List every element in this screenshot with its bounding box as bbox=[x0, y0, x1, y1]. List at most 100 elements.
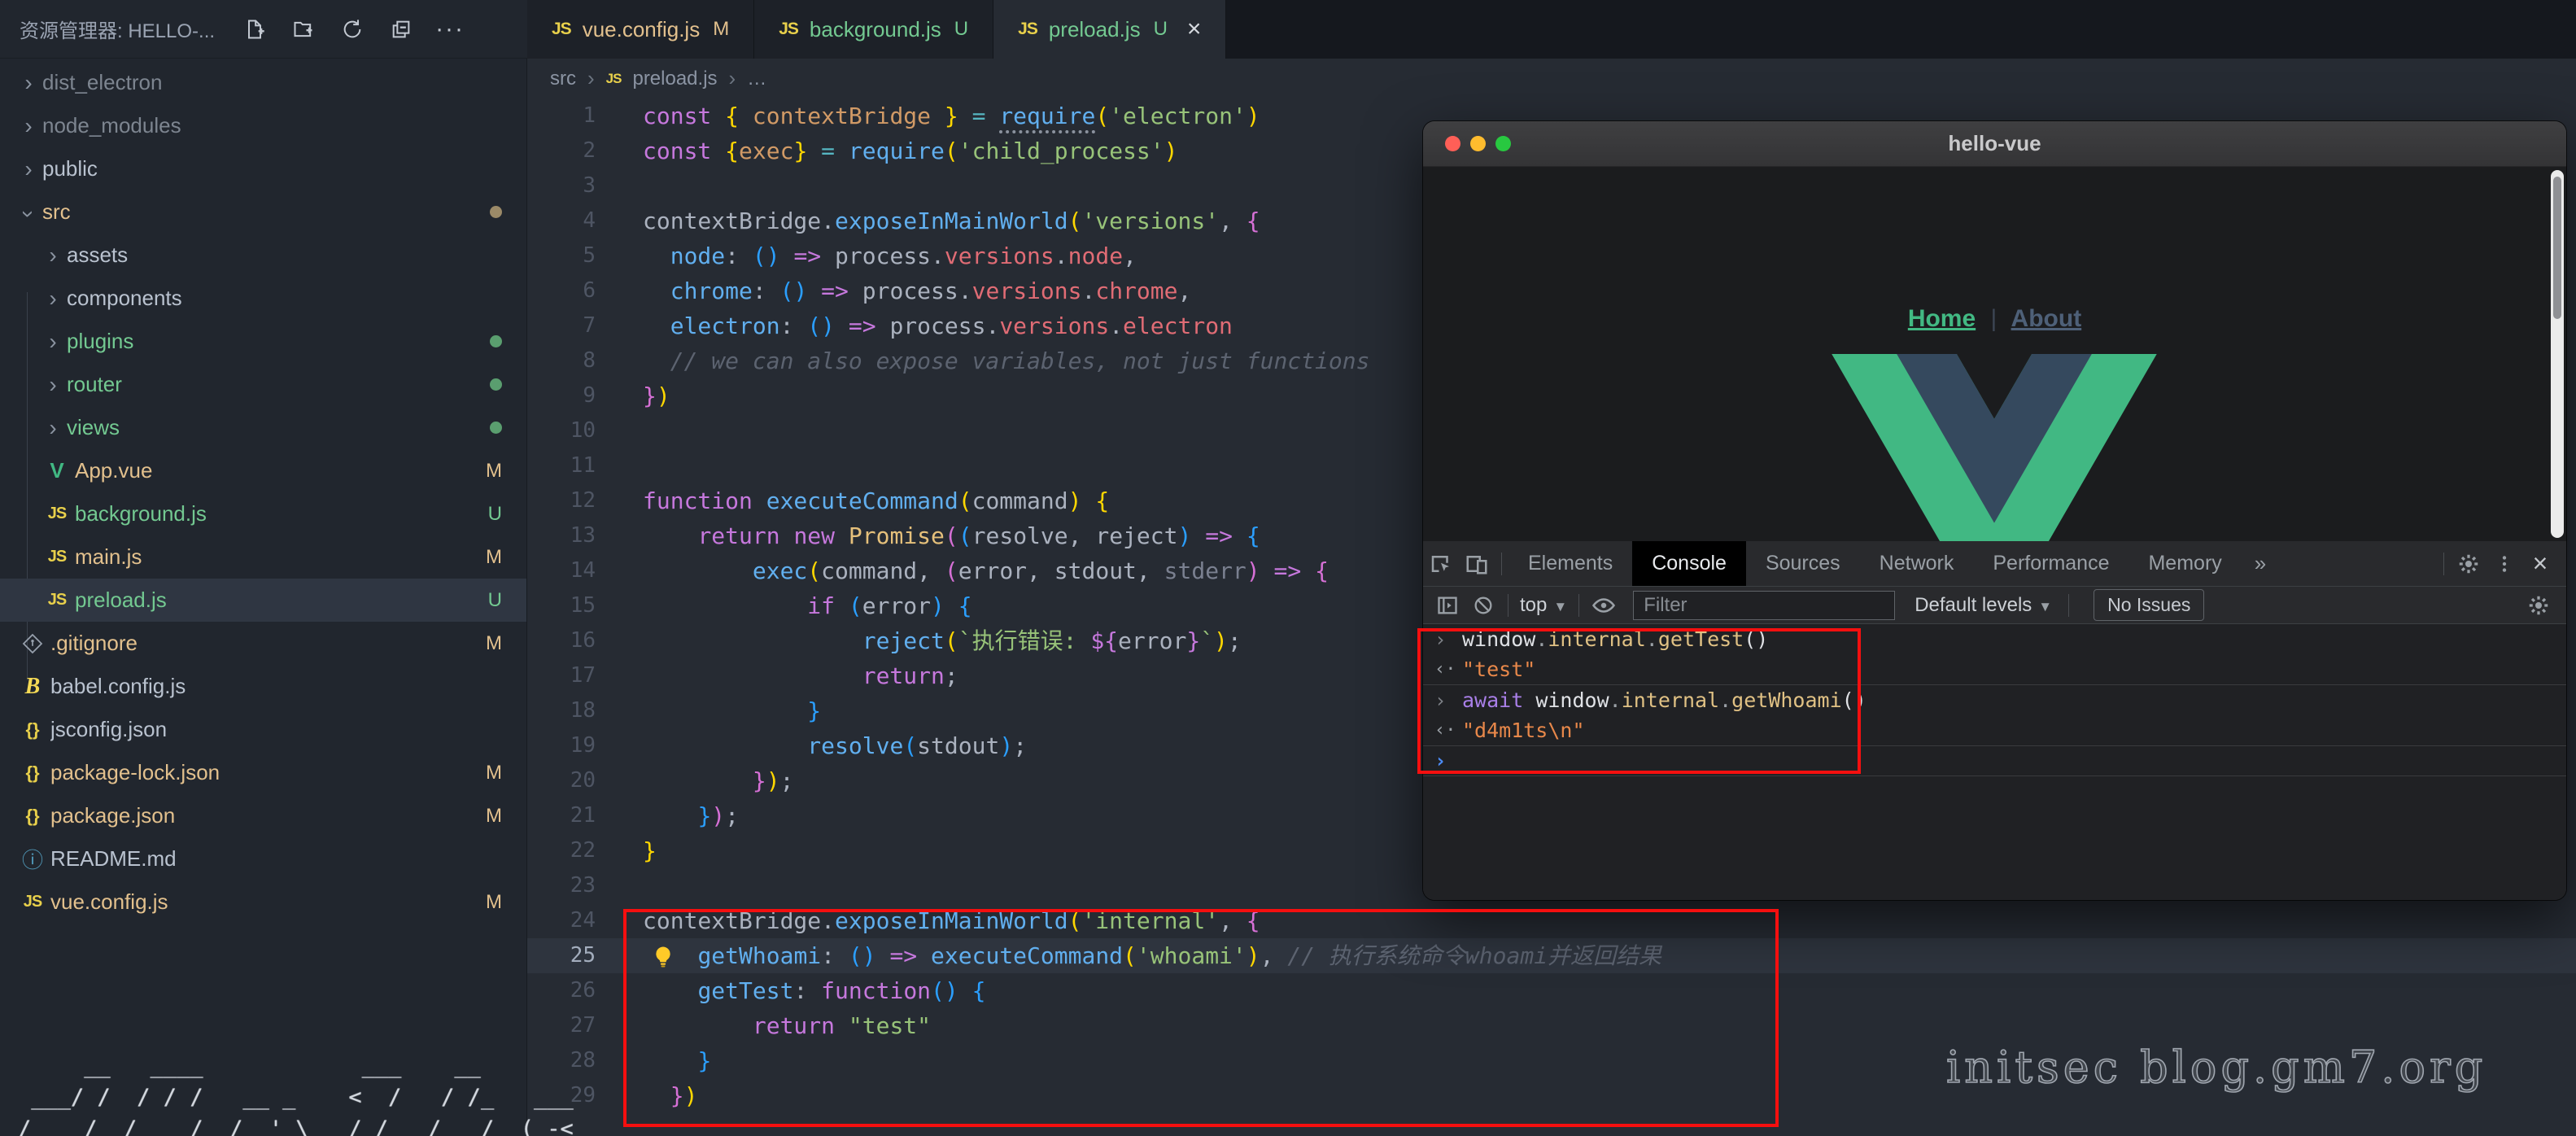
json-file-icon: {} bbox=[15, 719, 50, 741]
tree-item-decorations: M bbox=[486, 762, 502, 784]
tree-item-dist_electron[interactable]: ›dist_electron bbox=[0, 61, 526, 104]
tab-preload.js[interactable]: JSpreload.jsU× bbox=[993, 0, 1226, 59]
scrollbar-thumb[interactable] bbox=[2553, 177, 2561, 319]
breadcrumb-symbol[interactable]: … bbox=[747, 68, 766, 90]
console-sidebar-icon[interactable] bbox=[1430, 588, 1465, 623]
tree-item-.gitignore[interactable]: .gitignoreM bbox=[0, 622, 526, 665]
minimize-traffic-light[interactable] bbox=[1470, 136, 1486, 151]
js-icon: JS bbox=[552, 20, 571, 39]
console-filter-input[interactable] bbox=[1633, 591, 1895, 620]
tree-item-package.json[interactable]: {}package.jsonM bbox=[0, 794, 526, 837]
no-issues-button[interactable]: No Issues bbox=[2094, 589, 2204, 621]
chevron-icon: › bbox=[39, 329, 67, 355]
nav-home-link[interactable]: Home bbox=[1908, 305, 1976, 332]
devtools-tab-console[interactable]: Console bbox=[1632, 541, 1746, 586]
maximize-traffic-light[interactable] bbox=[1495, 136, 1511, 151]
app-titlebar[interactable]: hello-vue bbox=[1423, 121, 2566, 167]
devtools-menu-icon[interactable] bbox=[2486, 546, 2522, 582]
code-text: resolve(stdout); bbox=[596, 728, 1027, 763]
tree-item-vue.config.js[interactable]: JSvue.config.jsM bbox=[0, 880, 526, 924]
breadcrumb-file[interactable]: preload.js bbox=[632, 68, 717, 90]
devtools-tab-network[interactable]: Network bbox=[1860, 541, 1974, 586]
new-file-icon[interactable] bbox=[242, 17, 267, 42]
device-toolbar-icon[interactable] bbox=[1459, 546, 1495, 582]
tree-item-package-lock.json[interactable]: {}package-lock.jsonM bbox=[0, 751, 526, 794]
tree-item-jsconfig.json[interactable]: {}jsconfig.json bbox=[0, 708, 526, 751]
tab-label: preload.js bbox=[1049, 17, 1141, 42]
vue-file-icon: V bbox=[39, 458, 75, 483]
chevron-icon: › bbox=[15, 70, 42, 96]
breadcrumb[interactable]: src › JS preload.js › … bbox=[527, 59, 2576, 98]
breadcrumb-src[interactable]: src bbox=[550, 68, 576, 90]
line-number: 22 bbox=[527, 833, 596, 868]
code-text: return; bbox=[596, 658, 958, 693]
console-settings-icon[interactable] bbox=[2521, 588, 2556, 623]
code-text: // we can also expose variables, not jus… bbox=[596, 343, 1369, 378]
git-badge: M bbox=[486, 546, 502, 569]
code-text: getTest: function() { bbox=[596, 973, 985, 1008]
refresh-icon[interactable] bbox=[340, 17, 365, 42]
line-number: 5 bbox=[527, 238, 596, 273]
live-expression-icon[interactable] bbox=[1586, 588, 1622, 623]
code-line[interactable]: 25 getWhoami: () => executeCommand('whoa… bbox=[527, 938, 2576, 973]
code-text bbox=[596, 448, 643, 483]
tree-item-main.js[interactable]: JSmain.jsM bbox=[0, 535, 526, 579]
devtools-settings-icon[interactable] bbox=[2451, 546, 2486, 582]
line-number: 26 bbox=[527, 973, 596, 1008]
code-text: return new Promise((resolve, reject) => … bbox=[596, 518, 1260, 553]
line-number: 4 bbox=[527, 203, 596, 238]
tree-item-views[interactable]: ›views bbox=[0, 406, 526, 449]
more-tabs-icon[interactable]: » bbox=[2242, 551, 2279, 576]
inspect-element-icon[interactable] bbox=[1423, 546, 1459, 582]
tree-item-App.vue[interactable]: VApp.vueM bbox=[0, 449, 526, 492]
collapse-all-icon[interactable] bbox=[389, 17, 413, 42]
tree-item-background.js[interactable]: JSbackground.jsU bbox=[0, 492, 526, 535]
new-folder-icon[interactable] bbox=[291, 17, 316, 42]
tree-item-preload.js[interactable]: JSpreload.jsU bbox=[0, 579, 526, 622]
close-traffic-light[interactable] bbox=[1445, 136, 1460, 151]
tree-item-plugins[interactable]: ›plugins bbox=[0, 320, 526, 363]
tab-close-icon[interactable]: × bbox=[1187, 17, 1202, 42]
tree-item-babel.config.js[interactable]: Bbabel.config.js bbox=[0, 665, 526, 708]
line-number: 10 bbox=[527, 413, 596, 448]
tree-item-assets[interactable]: ›assets bbox=[0, 234, 526, 277]
lightbulb-icon[interactable] bbox=[651, 944, 675, 968]
tree-item-decorations: M bbox=[486, 891, 502, 914]
tree-item-src[interactable]: ›src bbox=[0, 190, 526, 234]
context-selector[interactable]: top▼ bbox=[1520, 594, 1567, 617]
tab-vue.config.js[interactable]: JSvue.config.jsM bbox=[527, 0, 754, 59]
code-line[interactable]: 27 return "test" bbox=[527, 1008, 2576, 1043]
tree-item-public[interactable]: ›public bbox=[0, 147, 526, 190]
tree-item-label: dist_electron bbox=[42, 70, 162, 95]
result-chevron-icon: ‹· bbox=[1434, 720, 1462, 741]
devtools-tab-performance[interactable]: Performance bbox=[1973, 541, 2128, 586]
console-prompt-row[interactable]: › bbox=[1423, 746, 2566, 776]
explorer-header: 资源管理器: HELLO-... ··· bbox=[0, 0, 527, 59]
tree-item-router[interactable]: ›router bbox=[0, 363, 526, 406]
js-icon: JS bbox=[1018, 20, 1037, 39]
code-line[interactable]: 26 getTest: function() { bbox=[527, 973, 2576, 1008]
tree-item-README.md[interactable]: ⓘREADME.md bbox=[0, 837, 526, 880]
devtools-tab-sources[interactable]: Sources bbox=[1746, 541, 1860, 586]
tree-item-components[interactable]: ›components bbox=[0, 277, 526, 320]
devtools-close-icon[interactable]: × bbox=[2522, 546, 2558, 582]
console-log-area[interactable]: ›window.internal.getTest()‹·"test"›await… bbox=[1423, 624, 2566, 900]
clear-console-icon[interactable] bbox=[1465, 588, 1501, 623]
tree-item-decorations bbox=[490, 378, 502, 391]
code-line[interactable]: 24contextBridge.exposeInMainWorld('inter… bbox=[527, 903, 2576, 938]
devtools-tab-memory[interactable]: Memory bbox=[2128, 541, 2241, 586]
more-actions-icon[interactable]: ··· bbox=[438, 17, 462, 42]
devtools-tab-elements[interactable]: Elements bbox=[1508, 541, 1632, 586]
log-levels-dropdown[interactable]: Default levels▼ bbox=[1915, 594, 2052, 617]
tree-item-decorations bbox=[490, 206, 502, 218]
tree-item-label: jsconfig.json bbox=[50, 717, 167, 742]
toolbar-divider bbox=[1501, 553, 1502, 575]
tree-item-label: components bbox=[67, 286, 182, 311]
tree-item-node_modules[interactable]: ›node_modules bbox=[0, 104, 526, 147]
editor-tab-strip: JSvue.config.jsMJSbackground.jsU JS preloa… bbox=[527, 0, 2576, 59]
app-scrollbar[interactable] bbox=[2551, 170, 2564, 538]
tab-background.js[interactable]: JSbackground.jsU bbox=[754, 0, 993, 59]
line-number: 17 bbox=[527, 658, 596, 693]
nav-about-link[interactable]: About bbox=[2011, 305, 2082, 332]
code-text bbox=[596, 413, 643, 448]
